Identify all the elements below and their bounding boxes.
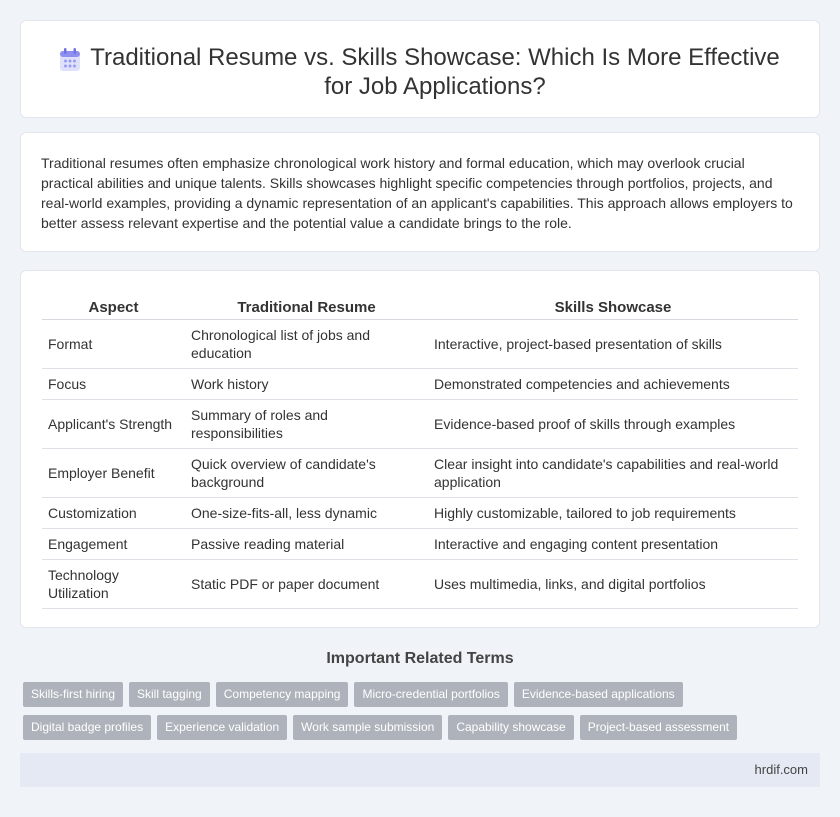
table-row: Format Chronological list of jobs and ed… — [42, 319, 798, 369]
table-cell: Static PDF or paper document — [185, 559, 428, 609]
table-cell: Summary of roles and responsibilities — [185, 399, 428, 449]
footer-bar: hrdif.com — [20, 753, 820, 787]
table-cell: Demonstrated competencies and achievemen… — [428, 368, 798, 400]
table-cell: Quick overview of candidate's background — [185, 448, 428, 498]
comparison-card: Aspect Traditional Resume Skills Showcas… — [20, 270, 820, 628]
page-title: Traditional Resume vs. Skills Showcase: … — [90, 44, 780, 100]
table-row: Customization One-size-fits-all, less dy… — [42, 497, 798, 529]
table-header-row: Aspect Traditional Resume Skills Showcas… — [42, 295, 798, 320]
table-cell: Technology Utilization — [42, 559, 185, 609]
table-cell: Uses multimedia, links, and digital port… — [428, 559, 798, 609]
column-header-aspect: Aspect — [42, 295, 185, 320]
table-cell: Passive reading material — [185, 528, 428, 560]
table-row: Applicant's Strength Summary of roles an… — [42, 399, 798, 449]
footer-site-link[interactable]: hrdif.com — [755, 762, 808, 777]
comparison-table: Aspect Traditional Resume Skills Showcas… — [42, 295, 798, 609]
term-tag[interactable]: Skill tagging — [129, 682, 210, 707]
term-tag[interactable]: Digital badge profiles — [23, 715, 152, 740]
table-cell: Chronological list of jobs and education — [185, 319, 428, 369]
title-wrap: Traditional Resume vs. Skills Showcase: … — [21, 43, 819, 101]
tag-row: Skills-first hiring Skill tagging Compet… — [23, 682, 823, 707]
table-row: Engagement Passive reading material Inte… — [42, 528, 798, 560]
table-row: Technology Utilization Static PDF or pap… — [42, 559, 798, 609]
table-row: Focus Work history Demonstrated competen… — [42, 368, 798, 400]
table-cell: Evidence-based proof of skills through e… — [428, 399, 798, 449]
table-row: Employer Benefit Quick overview of candi… — [42, 448, 798, 498]
table-cell: Customization — [42, 497, 185, 529]
table-cell: Highly customizable, tailored to job req… — [428, 497, 798, 529]
term-tag[interactable]: Experience validation — [157, 715, 288, 740]
intro-card: Traditional resumes often emphasize chro… — [20, 132, 820, 252]
table-cell: Format — [42, 319, 185, 369]
title-card: Traditional Resume vs. Skills Showcase: … — [20, 20, 820, 118]
column-header-showcase: Skills Showcase — [428, 295, 798, 320]
table-cell: Focus — [42, 368, 185, 400]
table-cell: Engagement — [42, 528, 185, 560]
term-tag[interactable]: Evidence-based applications — [513, 682, 683, 707]
table-cell: Applicant's Strength — [42, 399, 185, 449]
term-tag[interactable]: Micro-credential portfolios — [354, 682, 508, 707]
column-header-traditional: Traditional Resume — [185, 295, 428, 320]
term-tag[interactable]: Capability showcase — [448, 715, 574, 740]
related-terms-tags: Skills-first hiring Skill tagging Compet… — [23, 682, 823, 748]
table-cell: Interactive, project-based presentation … — [428, 319, 798, 369]
table-cell: Work history — [185, 368, 428, 400]
tag-row: Digital badge profiles Experience valida… — [23, 715, 823, 740]
calendar-icon — [60, 48, 80, 71]
term-tag[interactable]: Work sample submission — [293, 715, 443, 740]
table-cell: Interactive and engaging content present… — [428, 528, 798, 560]
table-cell: One-size-fits-all, less dynamic — [185, 497, 428, 529]
related-terms-title: Important Related Terms — [326, 650, 514, 667]
term-tag[interactable]: Project-based assessment — [579, 715, 738, 740]
term-tag[interactable]: Competency mapping — [215, 682, 349, 707]
table-cell: Employer Benefit — [42, 448, 185, 498]
intro-paragraph: Traditional resumes often emphasize chro… — [41, 155, 793, 231]
table-cell: Clear insight into candidate's capabilit… — [428, 448, 798, 498]
term-tag[interactable]: Skills-first hiring — [23, 682, 124, 707]
